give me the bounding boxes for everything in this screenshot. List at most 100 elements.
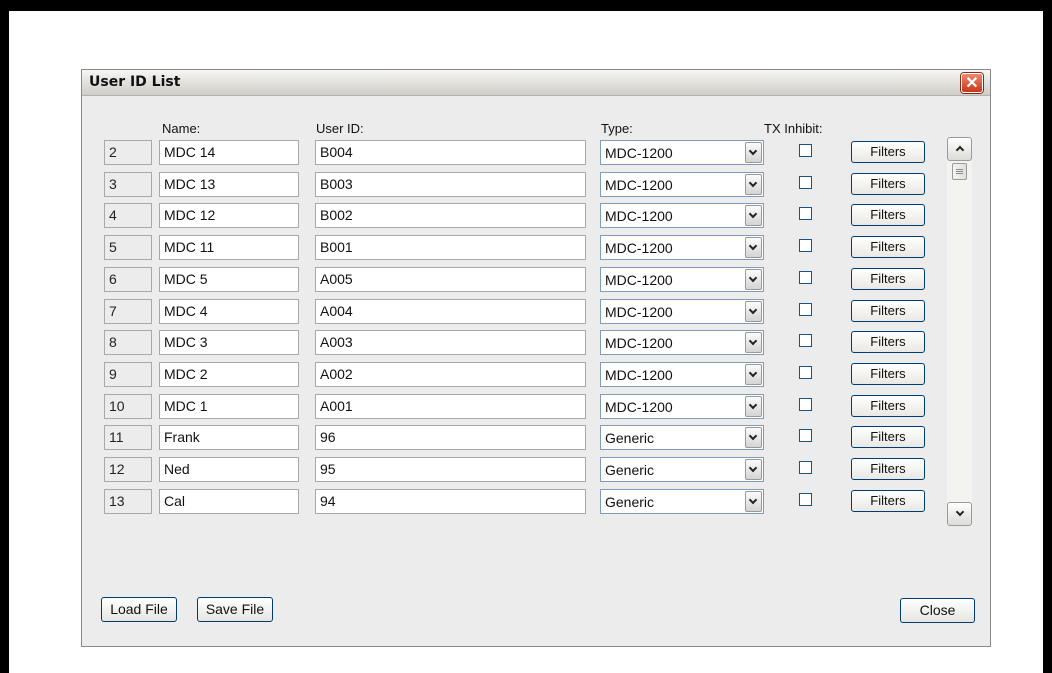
- name-field[interactable]: MDC 11: [159, 235, 299, 260]
- dropdown-button[interactable]: [745, 174, 762, 195]
- user-row: 8 MDC 3 A003 MDC-1200 Filters: [82, 330, 962, 356]
- type-select[interactable]: Generic: [600, 425, 764, 450]
- user-id-field[interactable]: 96: [315, 425, 586, 450]
- tx-inhibit-checkbox[interactable]: [799, 398, 812, 411]
- type-value: MDC-1200: [605, 335, 673, 351]
- chevron-down-icon: [748, 431, 758, 441]
- dropdown-button[interactable]: [745, 142, 762, 163]
- user-row: 13 Cal 94 Generic Filters: [82, 489, 962, 515]
- name-field[interactable]: MDC 2: [159, 362, 299, 387]
- type-select[interactable]: MDC-1200: [600, 394, 764, 419]
- user-id-field[interactable]: B002: [315, 203, 586, 228]
- tx-inhibit-checkbox[interactable]: [799, 207, 812, 220]
- name-field[interactable]: Frank: [159, 425, 299, 450]
- type-select[interactable]: MDC-1200: [600, 299, 764, 324]
- user-id-field[interactable]: 95: [315, 457, 586, 482]
- filters-button[interactable]: Filters: [851, 204, 925, 226]
- type-select[interactable]: Generic: [600, 489, 764, 514]
- dropdown-button[interactable]: [745, 332, 762, 353]
- tx-inhibit-checkbox[interactable]: [799, 461, 812, 474]
- name-field[interactable]: Ned: [159, 457, 299, 482]
- filters-button[interactable]: Filters: [851, 141, 925, 163]
- window-title: User ID List: [89, 74, 181, 90]
- user-id-field[interactable]: B001: [315, 235, 586, 260]
- tx-inhibit-checkbox[interactable]: [799, 303, 812, 316]
- tx-inhibit-checkbox[interactable]: [799, 176, 812, 189]
- filters-button[interactable]: Filters: [851, 331, 925, 353]
- user-id-field[interactable]: B003: [315, 172, 586, 197]
- type-select[interactable]: MDC-1200: [600, 235, 764, 260]
- name-field[interactable]: MDC 14: [159, 140, 299, 165]
- type-value: Generic: [605, 462, 655, 478]
- name-field[interactable]: MDC 3: [159, 330, 299, 355]
- filters-button[interactable]: Filters: [851, 268, 925, 290]
- type-value: MDC-1200: [605, 367, 673, 383]
- row-number: 11: [104, 425, 152, 450]
- user-id-field[interactable]: A005: [315, 267, 586, 292]
- dropdown-button[interactable]: [745, 269, 762, 290]
- type-select[interactable]: MDC-1200: [600, 330, 764, 355]
- row-number: 13: [104, 489, 152, 514]
- name-field[interactable]: MDC 5: [159, 267, 299, 292]
- type-select[interactable]: MDC-1200: [600, 172, 764, 197]
- window-close-button[interactable]: ✕: [961, 73, 983, 93]
- dropdown-button[interactable]: [745, 459, 762, 480]
- dropdown-button[interactable]: [745, 301, 762, 322]
- dropdown-button[interactable]: [745, 205, 762, 226]
- user-id-field[interactable]: A003: [315, 330, 586, 355]
- filters-button[interactable]: Filters: [851, 426, 925, 448]
- dropdown-button[interactable]: [745, 491, 762, 512]
- tx-inhibit-checkbox[interactable]: [799, 271, 812, 284]
- name-field[interactable]: MDC 4: [159, 299, 299, 324]
- tx-inhibit-checkbox[interactable]: [799, 366, 812, 379]
- type-select[interactable]: MDC-1200: [600, 362, 764, 387]
- user-row: 12 Ned 95 Generic Filters: [82, 457, 962, 483]
- scroll-up-button[interactable]: [947, 137, 972, 161]
- type-select[interactable]: Generic: [600, 457, 764, 482]
- row-number: 6: [104, 267, 152, 292]
- tx-inhibit-checkbox[interactable]: [799, 334, 812, 347]
- chevron-down-icon: [748, 146, 758, 156]
- filters-button[interactable]: Filters: [851, 458, 925, 480]
- user-row: 5 MDC 11 B001 MDC-1200 Filters: [82, 235, 962, 261]
- scroll-thumb[interactable]: [952, 163, 967, 180]
- tx-inhibit-checkbox[interactable]: [799, 493, 812, 506]
- user-id-field[interactable]: B004: [315, 140, 586, 165]
- name-field[interactable]: MDC 1: [159, 394, 299, 419]
- type-select[interactable]: MDC-1200: [600, 203, 764, 228]
- dropdown-button[interactable]: [745, 396, 762, 417]
- filters-button[interactable]: Filters: [851, 490, 925, 512]
- tx-inhibit-checkbox[interactable]: [799, 144, 812, 157]
- close-button[interactable]: Close: [900, 598, 975, 623]
- vertical-scrollbar[interactable]: [947, 137, 972, 526]
- tx-inhibit-checkbox[interactable]: [799, 239, 812, 252]
- chevron-down-icon: [748, 368, 758, 378]
- user-row: 7 MDC 4 A004 MDC-1200 Filters: [82, 299, 962, 325]
- user-row: 11 Frank 96 Generic Filters: [82, 425, 962, 451]
- title-bar[interactable]: User ID List ✕: [82, 70, 990, 96]
- filters-button[interactable]: Filters: [851, 173, 925, 195]
- filters-button[interactable]: Filters: [851, 363, 925, 385]
- load-file-button[interactable]: Load File: [101, 597, 177, 622]
- user-row: 9 MDC 2 A002 MDC-1200 Filters: [82, 362, 962, 388]
- user-id-field[interactable]: A001: [315, 394, 586, 419]
- type-value: MDC-1200: [605, 145, 673, 161]
- type-select[interactable]: MDC-1200: [600, 140, 764, 165]
- name-field[interactable]: MDC 12: [159, 203, 299, 228]
- filters-button[interactable]: Filters: [851, 300, 925, 322]
- dropdown-button[interactable]: [745, 237, 762, 258]
- scroll-down-button[interactable]: [947, 502, 972, 526]
- tx-inhibit-column-header: TX Inhibit:: [764, 121, 823, 136]
- tx-inhibit-checkbox[interactable]: [799, 429, 812, 442]
- filters-button[interactable]: Filters: [851, 395, 925, 417]
- filters-button[interactable]: Filters: [851, 236, 925, 258]
- name-field[interactable]: MDC 13: [159, 172, 299, 197]
- dropdown-button[interactable]: [745, 427, 762, 448]
- dropdown-button[interactable]: [745, 364, 762, 385]
- user-id-field[interactable]: A002: [315, 362, 586, 387]
- type-select[interactable]: MDC-1200: [600, 267, 764, 292]
- user-id-field[interactable]: A004: [315, 299, 586, 324]
- name-field[interactable]: Cal: [159, 489, 299, 514]
- save-file-button[interactable]: Save File: [197, 597, 273, 622]
- user-id-field[interactable]: 94: [315, 489, 586, 514]
